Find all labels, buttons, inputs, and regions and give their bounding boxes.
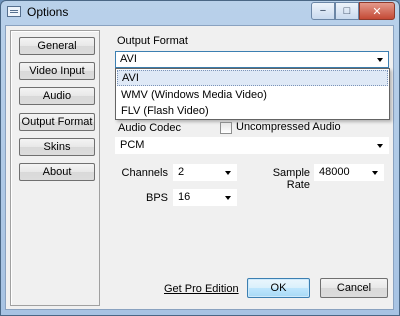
output-format-label: Output Format (117, 35, 188, 47)
sidebar-item-about[interactable]: About (19, 163, 95, 181)
sample-rate-value: 48000 (319, 166, 350, 178)
minimize-button[interactable]: − (311, 2, 335, 20)
chevron-down-icon[interactable] (373, 138, 386, 153)
bps-label: BPS (145, 192, 168, 204)
maximize-button[interactable]: □ (335, 2, 359, 20)
dropdown-option-avi[interactable]: AVI (117, 70, 388, 86)
uncompressed-audio-checkbox[interactable] (220, 122, 232, 134)
dropdown-option-flv[interactable]: FLV (Flash Video) (117, 103, 388, 119)
ok-button[interactable]: OK (247, 278, 310, 298)
uncompressed-audio-label: Uncompressed Audio (236, 121, 341, 133)
channels-value: 2 (178, 166, 185, 178)
sidebar-item-audio[interactable]: Audio (19, 87, 95, 105)
chevron-down-icon[interactable] (221, 190, 234, 205)
cancel-button[interactable]: Cancel (320, 278, 388, 298)
sidebar-item-output-format[interactable]: Output Format (19, 113, 95, 131)
bps-value: 16 (178, 191, 191, 203)
chevron-down-icon[interactable] (368, 165, 381, 180)
output-format-value: AVI (120, 53, 137, 65)
audio-codec-label: Audio Codec (118, 122, 181, 134)
get-pro-edition-link[interactable]: Get Pro Edition (164, 283, 239, 295)
window-icon (7, 6, 21, 17)
output-format-dropdown-list: AVI WMV (Windows Media Video) FLV (Flash… (115, 68, 390, 120)
chevron-down-icon[interactable] (221, 165, 234, 180)
sidebar: General Video Input Audio Output Format … (10, 30, 100, 306)
dropdown-option-wmv[interactable]: WMV (Windows Media Video) (117, 87, 388, 103)
channels-label: Channels (121, 167, 168, 179)
window-title: Options (27, 5, 69, 19)
audio-codec-value: PCM (120, 139, 145, 151)
chevron-down-icon[interactable] (373, 52, 386, 67)
bps-select[interactable]: 16 (173, 189, 237, 206)
title-bar[interactable]: Options − □ ✕ (1, 1, 399, 23)
sample-rate-select[interactable]: 48000 (314, 164, 384, 181)
sample-rate-label: Sample Rate (272, 167, 310, 191)
sidebar-item-video-input[interactable]: Video Input (19, 62, 95, 80)
channels-select[interactable]: 2 (173, 164, 237, 181)
sidebar-item-general[interactable]: General (19, 37, 95, 55)
sidebar-item-skins[interactable]: Skins (19, 138, 95, 156)
audio-codec-select[interactable]: PCM (115, 137, 389, 154)
output-format-select[interactable]: AVI (115, 51, 389, 68)
close-button[interactable]: ✕ (359, 2, 395, 20)
